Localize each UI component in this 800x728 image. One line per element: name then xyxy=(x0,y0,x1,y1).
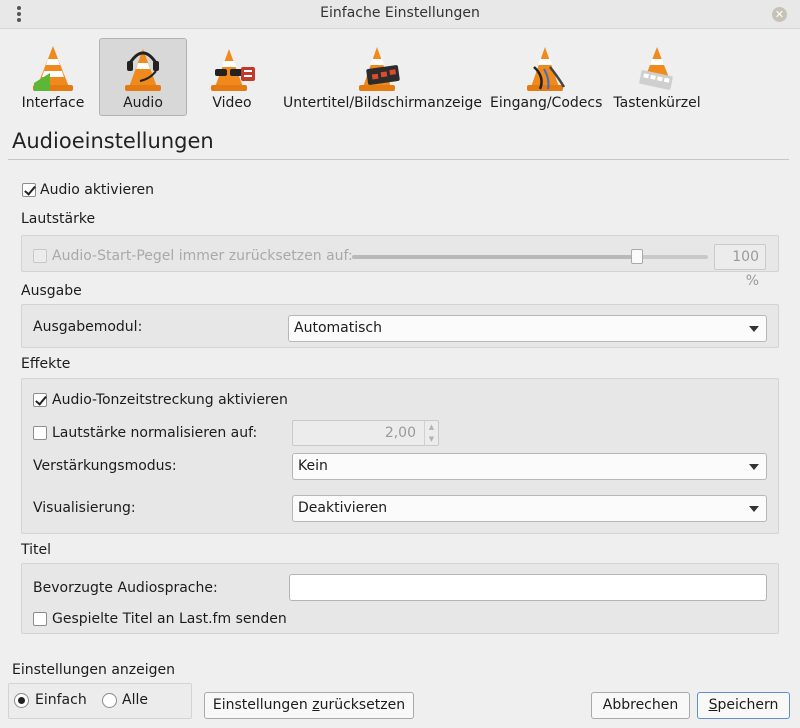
category-label: Tastenkürzel xyxy=(613,95,701,111)
category-audio[interactable]: Audio xyxy=(99,38,187,116)
gain-mode-value: Kein xyxy=(298,458,328,474)
normalize-label: Lautstärke normalisieren auf: xyxy=(52,425,258,441)
cone-keyboard-icon xyxy=(639,47,673,90)
category-interface[interactable]: Interface xyxy=(14,38,92,116)
category-hotkeys[interactable]: Tastenkürzel xyxy=(611,38,703,116)
volume-slider-fill xyxy=(352,255,637,259)
cone-glasses-icon xyxy=(211,49,255,91)
show-settings-label: Einstellungen anzeigen xyxy=(12,662,176,678)
spin-down-icon[interactable]: ▼ xyxy=(425,433,438,445)
category-label: Video xyxy=(212,95,252,111)
cancel-button[interactable]: Abbrechen xyxy=(591,692,690,719)
spin-buttons[interactable]: ▲ ▼ xyxy=(424,421,438,445)
volume-value-text: 100 % xyxy=(732,249,759,289)
cone-cables-icon xyxy=(527,47,566,91)
cone-subtitles-icon xyxy=(359,47,400,91)
chevron-down-icon xyxy=(749,464,759,470)
category-label: Untertitel/Bildschirmanzeige xyxy=(283,95,483,111)
audio-enable-checkbox[interactable] xyxy=(22,183,36,197)
visualization-value: Deaktivieren xyxy=(298,500,388,516)
title-bar: Einfache Einstellungen ✕ xyxy=(0,0,800,29)
normalize-spinbox[interactable]: 2,00 ▲ ▼ xyxy=(292,420,439,446)
timestretch-checkbox[interactable] xyxy=(33,393,47,407)
all-mode-radio[interactable] xyxy=(102,693,117,708)
gain-mode-label: Verstärkungsmodus: xyxy=(33,458,177,474)
save-button[interactable]: Speichern xyxy=(697,692,790,719)
volume-slider-handle[interactable] xyxy=(630,249,643,264)
simple-mode-radio[interactable] xyxy=(14,693,29,708)
effects-section-title: Effekte xyxy=(21,356,71,372)
timestretch-label: Audio-Tonzeitstreckung aktivieren xyxy=(52,392,288,408)
normalize-checkbox[interactable] xyxy=(33,426,47,440)
output-section-title: Ausgabe xyxy=(21,283,82,299)
spin-up-icon[interactable]: ▲ xyxy=(425,421,438,433)
track-section-title: Titel xyxy=(21,542,52,558)
chevron-down-icon xyxy=(749,506,759,512)
cone-interface-icon xyxy=(33,46,73,91)
audio-language-label: Bevorzugte Audiosprache: xyxy=(33,580,218,596)
audio-language-input[interactable] xyxy=(289,574,767,601)
volume-slider[interactable] xyxy=(352,255,708,259)
output-module-label: Ausgabemodul: xyxy=(33,319,143,335)
page-title: Audioeinstellungen xyxy=(12,129,214,153)
title-divider xyxy=(8,159,789,160)
reset-settings-button[interactable]: Einstellungen zurücksetzen xyxy=(204,692,414,719)
normalize-value: 2,00 xyxy=(384,425,416,441)
audio-enable-label: Audio aktivieren xyxy=(40,182,155,198)
gain-mode-select[interactable]: Kein xyxy=(292,453,767,480)
visualization-select[interactable]: Deaktivieren xyxy=(292,495,767,522)
cone-headphones-icon xyxy=(125,49,161,91)
output-module-select[interactable]: Automatisch xyxy=(288,315,767,342)
window-title: Einfache Einstellungen xyxy=(320,5,480,21)
category-label: Interface xyxy=(21,95,85,111)
visualization-label: Visualisierung: xyxy=(33,500,136,516)
chevron-down-icon xyxy=(749,326,759,332)
lastfm-checkbox[interactable] xyxy=(33,612,47,626)
output-module-value: Automatisch xyxy=(294,320,382,336)
category-video[interactable]: Video xyxy=(198,38,266,116)
category-subtitles[interactable]: Untertitel/Bildschirmanzeige xyxy=(282,38,483,116)
category-label: Audio xyxy=(123,95,163,111)
lastfm-label: Gespielte Titel an Last.fm senden xyxy=(52,611,287,627)
category-input-codecs[interactable]: Eingang/Codecs xyxy=(489,38,603,116)
volume-reset-checkbox[interactable] xyxy=(33,249,47,263)
simple-mode-label: Einfach xyxy=(35,692,87,708)
volume-section-title: Lautstärke xyxy=(21,211,96,227)
volume-value-field[interactable]: 100 % xyxy=(714,244,766,289)
close-icon[interactable]: ✕ xyxy=(772,7,787,22)
all-mode-label: Alle xyxy=(122,692,148,708)
category-label: Eingang/Codecs xyxy=(490,95,603,111)
volume-reset-label: Audio-Start-Pegel immer zurücksetzen auf… xyxy=(52,248,353,264)
